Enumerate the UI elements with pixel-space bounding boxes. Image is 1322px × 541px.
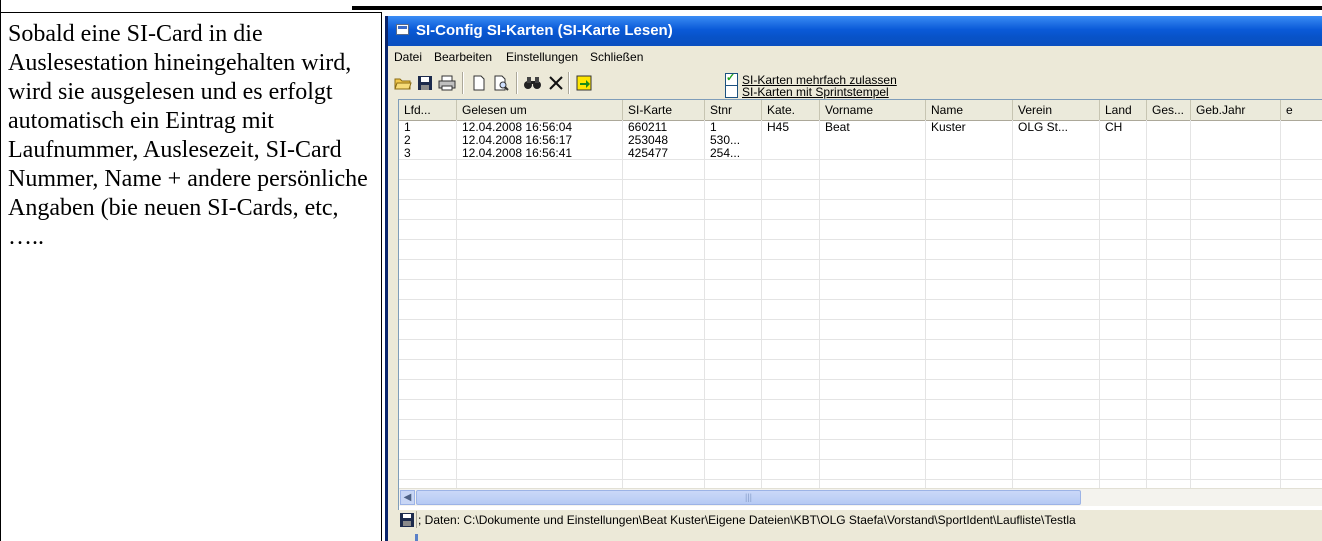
horizontal-scrollbar[interactable]: ◀ |||	[399, 488, 1322, 506]
toolbar: SI-Karten mehrfach zulassen SI-Karten mi…	[388, 68, 1322, 99]
si-config-window: SI-Config SI-Karten (SI-Karte Lesen) Dat…	[385, 16, 1322, 541]
grid-line	[399, 239, 1322, 240]
cropped-image-strip	[352, 0, 1322, 12]
cell-verein: OLG St...	[1018, 121, 1069, 134]
cell-lfd: 2	[404, 134, 411, 147]
si-card-table: Lfd... Gelesen um SI-Karte Stnr Kate. Vo…	[398, 99, 1322, 511]
column-header-stnr[interactable]: Stnr	[705, 100, 762, 120]
grid-line	[399, 299, 1322, 300]
window-icon	[396, 24, 409, 35]
menu-schliessen[interactable]: Schließen	[590, 50, 643, 64]
column-header-lfd[interactable]: Lfd...	[399, 100, 457, 120]
cell-land: CH	[1105, 121, 1123, 134]
cell-name: Kuster	[931, 121, 966, 134]
scrollbar-thumb[interactable]: |||	[416, 490, 1081, 505]
cell-gelesen-um: 12.04.2008 16:56:41	[462, 147, 573, 160]
status-separator	[416, 511, 417, 528]
grid-line	[1146, 120, 1147, 488]
table-row[interactable]: 1 12.04.2008 16:56:04 660211 1 H45 Beat …	[399, 121, 1322, 134]
delete-icon[interactable]	[545, 72, 567, 94]
save-icon[interactable]	[414, 72, 436, 94]
cell-stnr: 530...	[710, 134, 741, 147]
grid-line	[399, 379, 1322, 380]
table-border-top	[0, 12, 382, 13]
option-sprintstempel[interactable]: SI-Karten mit Sprintstempel	[725, 84, 889, 99]
menu-bar: Datei Bearbeiten Einstellungen Schließen	[388, 46, 1322, 68]
toolbar-separator	[462, 72, 464, 94]
table-header: Lfd... Gelesen um SI-Karte Stnr Kate. Vo…	[399, 100, 1322, 121]
grid-line	[819, 120, 820, 488]
cell-si-karte: 660211	[628, 121, 668, 134]
grid-line	[399, 319, 1322, 320]
grid-line	[1012, 120, 1013, 488]
grid-line	[399, 399, 1322, 400]
grid-line	[761, 120, 762, 488]
grid-line	[399, 219, 1322, 220]
export-icon[interactable]	[574, 72, 596, 94]
save-icon	[400, 513, 414, 527]
status-bar: ; Daten: C:\Dokumente und Einstellungen\…	[398, 510, 1322, 530]
label-sprintstempel: SI-Karten mit Sprintstempel	[742, 84, 889, 99]
checkbox-sprintstempel[interactable]	[725, 85, 738, 99]
cell-lfd: 1	[404, 121, 411, 134]
print-icon[interactable]	[436, 72, 458, 94]
cell-kategorie: H45	[767, 121, 790, 134]
cell-gelesen-um: 12.04.2008 16:56:17	[462, 134, 573, 147]
print-preview-icon[interactable]	[490, 72, 512, 94]
grid-line	[622, 120, 623, 488]
window-bottom-edge	[388, 532, 1322, 541]
grid-line	[456, 120, 457, 488]
column-header-geschlecht[interactable]: Ges...	[1147, 100, 1191, 120]
grid-line	[399, 479, 1322, 480]
column-header-kategorie[interactable]: Kate.	[762, 100, 820, 120]
menu-datei[interactable]: Datei	[394, 50, 422, 64]
column-header-land[interactable]: Land	[1100, 100, 1147, 120]
cell-si-karte: 425477	[628, 147, 669, 160]
open-folder-icon[interactable]	[392, 72, 414, 94]
cell-vorname: Beat	[825, 121, 850, 134]
window-title: SI-Config SI-Karten (SI-Karte Lesen)	[416, 22, 673, 39]
column-header-si-karte[interactable]: SI-Karte	[623, 100, 705, 120]
table-border-middle	[381, 12, 382, 541]
description-text: Sobald eine SI-Card in die Auslesestatio…	[8, 21, 368, 250]
table-row[interactable]: 3 12.04.2008 16:56:41 425477 254...	[399, 147, 1322, 160]
menu-bearbeiten[interactable]: Bearbeiten	[434, 50, 492, 64]
cell-gelesen-um: 12.04.2008 16:56:04	[462, 121, 573, 134]
toolbar-separator	[516, 72, 518, 94]
title-bar[interactable]: SI-Config SI-Karten (SI-Karte Lesen)	[388, 16, 1322, 46]
table-row[interactable]: 2 12.04.2008 16:56:17 253048 530...	[399, 134, 1322, 147]
table-border-left	[0, 0, 1, 541]
column-header-gelesen-um[interactable]: Gelesen um	[457, 100, 623, 120]
grid-line	[399, 199, 1322, 200]
grid-line	[704, 120, 705, 488]
column-header-geb-jahr[interactable]: Geb.Jahr	[1191, 100, 1281, 120]
cell-lfd: 3	[404, 147, 411, 160]
status-path: ; Daten: C:\Dokumente und Einstellungen\…	[418, 513, 1076, 527]
column-header-verein[interactable]: Verein	[1013, 100, 1100, 120]
column-header-name[interactable]: Name	[926, 100, 1013, 120]
grid-line	[399, 359, 1322, 360]
grid-line	[399, 279, 1322, 280]
column-header-more[interactable]: e	[1281, 100, 1322, 120]
column-header-vorname[interactable]: Vorname	[820, 100, 926, 120]
cell-stnr: 1	[710, 121, 717, 134]
grid-line	[399, 419, 1322, 420]
grid-line	[1280, 120, 1281, 488]
grid-line	[399, 259, 1322, 260]
grid-line	[399, 179, 1322, 180]
grid-line	[399, 339, 1322, 340]
menu-einstellungen[interactable]: Einstellungen	[506, 50, 578, 64]
binoculars-icon[interactable]	[522, 72, 544, 94]
cell-si-karte: 253048	[628, 134, 669, 147]
toolbar-separator	[568, 72, 570, 94]
grid-line	[399, 439, 1322, 440]
grid-line	[1099, 120, 1100, 488]
grid-line	[1190, 120, 1191, 488]
grid-line	[399, 459, 1322, 460]
new-document-icon[interactable]	[468, 72, 490, 94]
scroll-left-icon[interactable]: ◀	[400, 490, 415, 505]
cell-stnr: 254...	[710, 147, 741, 160]
grid-line	[925, 120, 926, 488]
